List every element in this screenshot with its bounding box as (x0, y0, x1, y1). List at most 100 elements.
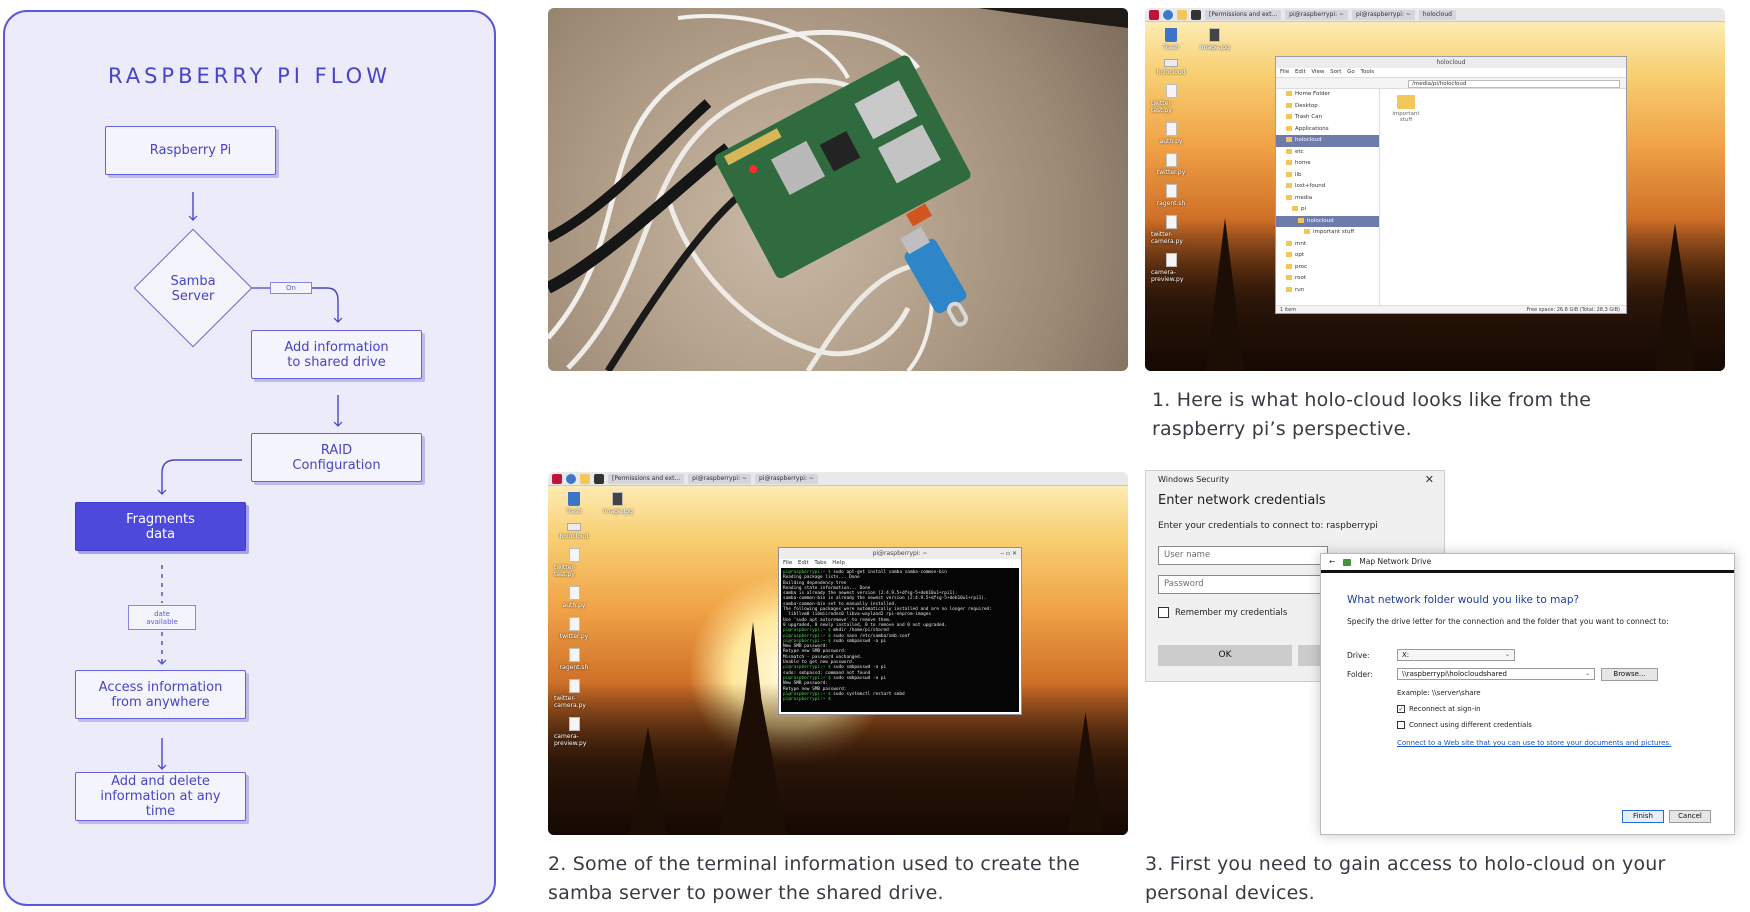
drive-select-value: X: (1402, 651, 1410, 659)
folder-item[interactable]: important stuff (1386, 95, 1426, 123)
tree-item[interactable]: etc (1276, 147, 1379, 159)
reconnect-checkbox[interactable]: ✓ Reconnect at sign-in (1397, 705, 1481, 713)
desktop-icon-trash[interactable]: Trash (554, 492, 594, 515)
files-icon[interactable] (580, 473, 590, 484)
taskbar-task[interactable]: holocloud (1418, 9, 1456, 20)
folder-label: Folder: (1347, 670, 1373, 679)
tag-on: On (270, 282, 312, 294)
back-arrow-icon[interactable]: ← (1329, 554, 1335, 570)
drive-label: Drive: (1347, 651, 1370, 660)
tree-item[interactable]: mnt (1276, 239, 1379, 251)
desktop-icon-holocloud[interactable]: holocloud (1151, 59, 1191, 76)
node-raspberry-pi: Raspberry Pi (105, 126, 276, 175)
desktop-icon-trash[interactable]: Trash (1151, 28, 1191, 51)
tree-item[interactable]: important stuff (1276, 227, 1379, 239)
folder-input-value: \\raspberrypi\holocloudshared (1402, 670, 1507, 678)
ok-button[interactable]: OK (1158, 645, 1292, 666)
taskbar-task[interactable]: [Permissions and ext... (1205, 9, 1282, 20)
status-free-space: Free space: 26.8 GiB (Total: 28.3 GiB) (1526, 307, 1620, 313)
taskbar-task[interactable]: pi@raspberrypi: ~ (755, 473, 818, 484)
raspberry-menu-icon[interactable] (1149, 9, 1159, 20)
tree-item-label: home (1295, 160, 1311, 166)
desktop-icon-file[interactable]: twitter-camera.py (1151, 215, 1191, 245)
tree-item[interactable]: proc (1276, 262, 1379, 274)
tree-item[interactable]: run (1276, 285, 1379, 297)
node-samba-server-label: Samba Server (170, 274, 216, 304)
window-controls-icon[interactable]: ‒ ▫ ✕ (1000, 548, 1017, 559)
folder-input[interactable]: \\raspberrypi\holocloudshared ⌄ (1397, 668, 1595, 680)
username-field[interactable]: User name (1158, 546, 1328, 565)
tree-item[interactable]: Home Folder (1276, 89, 1379, 101)
browse-button[interactable]: Browse... (1601, 668, 1658, 681)
checkbox-icon (1158, 607, 1169, 618)
desktop-icon-file[interactable]: twitter.py (554, 617, 594, 640)
desktop-icon-file[interactable]: twitter.py (1151, 153, 1191, 176)
folder-icon (1286, 240, 1292, 246)
tree-item[interactable]: home (1276, 158, 1379, 170)
desktop-icon-label: image.jpg (1200, 44, 1230, 51)
taskbar-task[interactable]: pi@raspberrypi: ~ (688, 473, 752, 484)
folder-icon (1286, 102, 1292, 108)
desktop-icon-label: twitter-camera.py (554, 695, 586, 709)
desktop-icon-file[interactable]: twitter-camera.py (554, 679, 594, 709)
file-manager-menu[interactable]: File Edit View Sort Go Tools (1276, 68, 1626, 77)
tree-item[interactable]: Applications (1276, 124, 1379, 136)
desktop-icon-image[interactable]: image.jpg (1200, 28, 1230, 51)
browser-icon[interactable] (1163, 9, 1173, 20)
desktop-icon-holocloud[interactable]: holocloud (554, 523, 594, 540)
desktop-icon-label: auth.py (562, 602, 586, 609)
files-icon[interactable] (1177, 9, 1187, 20)
browser-icon[interactable] (566, 473, 576, 484)
password-field[interactable]: Password (1158, 575, 1328, 594)
desktop-icon-file[interactable]: auth.py (554, 586, 594, 609)
terminal-menu[interactable]: File Edit Tabs Help (779, 559, 1021, 567)
taskbar-task[interactable]: [Permissions and ext... (608, 473, 685, 484)
desktop-icon-file[interactable]: ragent.sh (554, 648, 594, 671)
web-site-link[interactable]: Connect to a Web site that you can use t… (1397, 739, 1671, 747)
terminal-icon[interactable] (1191, 9, 1201, 20)
folder-icon (1298, 217, 1304, 223)
tree-item-label: holocloud (1295, 137, 1322, 143)
file-icon (568, 717, 580, 731)
desktop-icon-label: camera-preview.py (1151, 269, 1184, 283)
tree-item[interactable]: lib (1276, 170, 1379, 182)
cancel-button[interactable]: Cancel (1669, 810, 1711, 823)
desktop-icon-file[interactable]: auth.py (1151, 122, 1191, 145)
desktop-icon-label: twitter.py (559, 633, 589, 640)
folder-icon (1286, 183, 1292, 188)
tree-item-selected[interactable]: holocloud (1276, 215, 1379, 227)
desktop-icon-image[interactable]: image.jpg (603, 492, 633, 515)
close-icon[interactable]: ✕ (1425, 473, 1434, 486)
folder-icon (1286, 194, 1292, 200)
drive-select[interactable]: X: ⌄ (1397, 649, 1515, 661)
tree-item[interactable]: Trash Can (1276, 112, 1379, 124)
tree-item[interactable]: lost+found (1276, 181, 1379, 193)
tree-item-selected[interactable]: holocloud (1276, 135, 1379, 147)
tree-item[interactable]: pi (1276, 204, 1379, 216)
desktop-icon-file[interactable]: twitter-test.py (1151, 84, 1191, 114)
tree-item[interactable]: opt (1276, 250, 1379, 262)
finish-button[interactable]: Finish (1622, 810, 1664, 823)
terminal-output[interactable]: pi@raspberrypi:~ $ sudo apt-get install … (781, 568, 1019, 712)
desktop-icon-file[interactable]: twitter-test.py (554, 548, 594, 578)
desktop-icon-label: holocloud (1156, 69, 1186, 76)
flowchart-panel: RASPBERRY PI FLOW Raspberry Pi Samba Ser… (3, 10, 496, 906)
taskbar-task[interactable]: pi@raspberrypi: ~ (1352, 9, 1415, 20)
raspberry-menu-icon[interactable] (552, 473, 562, 484)
trash-icon (1165, 28, 1177, 42)
desktop-icon-file[interactable]: camera-preview.py (554, 717, 594, 747)
tree-item-label: media (1295, 194, 1313, 201)
tree-item[interactable]: root (1276, 273, 1379, 285)
taskbar-task[interactable]: pi@raspberrypi: ~ (1285, 9, 1349, 20)
terminal-window: pi@raspberrypi: ~ ‒ ▫ ✕ File Edit Tabs H… (778, 547, 1022, 715)
trash-icon (568, 492, 580, 506)
desktop-icon-file[interactable]: ragent.sh (1151, 184, 1191, 207)
desktop-icon-file[interactable]: camera-preview.py (1151, 253, 1191, 283)
tree-item[interactable]: media (1276, 193, 1379, 205)
image-icon (612, 492, 624, 506)
different-credentials-checkbox[interactable]: Connect using different credentials (1397, 721, 1532, 729)
tree-item[interactable]: Desktop (1276, 101, 1379, 113)
file-manager-path[interactable]: /media/pi/holocloud (1408, 80, 1620, 88)
remember-credentials-checkbox[interactable]: Remember my credentials (1158, 607, 1287, 618)
terminal-icon[interactable] (594, 473, 604, 484)
